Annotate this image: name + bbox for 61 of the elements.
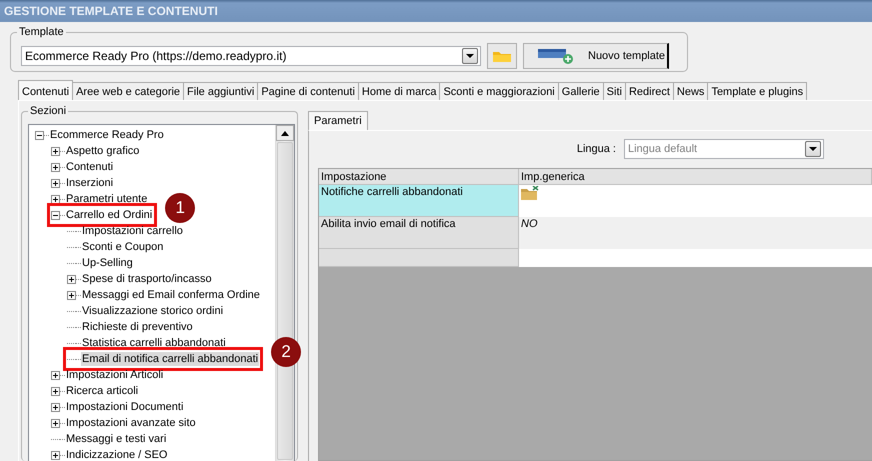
tree-item[interactable]: Richieste di preventivo bbox=[81, 320, 194, 334]
tree-item[interactable]: Visualizzazione storico ordini bbox=[81, 304, 224, 318]
column-header: Impostazione bbox=[319, 169, 519, 185]
tree-item[interactable]: Messaggi e testi vari bbox=[65, 432, 168, 446]
column-header: Imp.generica bbox=[519, 169, 872, 185]
tab[interactable]: File aggiuntivi bbox=[183, 82, 258, 100]
tree-item[interactable]: Spese di trasporto/incasso bbox=[81, 272, 213, 286]
folder-icon bbox=[492, 49, 512, 63]
tab[interactable]: Pagine di contenuti bbox=[257, 82, 359, 100]
tree-item[interactable]: Parametri utente bbox=[65, 192, 148, 206]
tab[interactable]: Contenuti bbox=[18, 80, 74, 100]
language-dropdown[interactable]: Lingua default bbox=[624, 139, 824, 159]
tab[interactable]: Sconti e maggiorazioni bbox=[439, 82, 559, 100]
tree-item[interactable]: Up-Selling bbox=[81, 256, 134, 270]
expand-icon[interactable] bbox=[51, 194, 60, 204]
template-dropdown[interactable]: Ecommerce Ready Pro (https://demo.readypro.it) bbox=[21, 46, 481, 66]
table-cell[interactable]: Notifiche carrelli abbandonati bbox=[319, 185, 519, 217]
tree-item[interactable]: Aspetto grafico bbox=[65, 144, 140, 158]
field-label: Lingua : bbox=[576, 143, 616, 155]
tree-item[interactable]: Sconti e Coupon bbox=[81, 240, 164, 254]
tree-item[interactable]: Inserzioni bbox=[65, 176, 114, 190]
tree-item[interactable]: Impostazioni Documenti bbox=[65, 400, 184, 414]
expand-icon[interactable] bbox=[51, 418, 60, 428]
group-legend: Template bbox=[17, 25, 66, 39]
scroll-up-button[interactable] bbox=[276, 125, 294, 141]
expand-icon[interactable] bbox=[51, 386, 60, 396]
expand-icon[interactable] bbox=[51, 370, 60, 380]
expand-icon[interactable] bbox=[51, 178, 60, 188]
tree-item[interactable]: Messaggi ed Email conferma Ordine bbox=[81, 288, 261, 302]
tree-item[interactable]: Contenuti bbox=[65, 160, 114, 174]
tree-item[interactable]: Indicizzazione / SEO bbox=[65, 448, 168, 461]
expand-icon[interactable] bbox=[67, 274, 76, 284]
step-badge: 1 bbox=[165, 193, 196, 223]
table-cell[interactable]: Abilita invio email di notifica bbox=[319, 217, 519, 249]
tree-item[interactable]: Statistica carrelli abbandonati bbox=[81, 336, 227, 350]
collapse-icon[interactable] bbox=[35, 130, 44, 140]
expand-icon[interactable] bbox=[51, 402, 60, 412]
new-template-button[interactable]: Nuovo template bbox=[523, 43, 669, 69]
table-cell[interactable] bbox=[519, 185, 872, 217]
scroll-thumb[interactable] bbox=[277, 142, 293, 460]
add-window-icon bbox=[538, 47, 574, 65]
tree-item[interactable]: Impostazioni avanzate sito bbox=[65, 416, 197, 430]
tree-item[interactable]: Impostazioni Articoli bbox=[65, 368, 164, 382]
up-arrow-icon bbox=[281, 130, 289, 136]
scrollbar[interactable] bbox=[275, 125, 294, 461]
tab[interactable]: Parametri bbox=[308, 111, 368, 130]
expand-icon[interactable] bbox=[51, 450, 60, 460]
tree-item[interactable]: Impostazioni carrello bbox=[81, 224, 184, 238]
expand-icon[interactable] bbox=[51, 162, 60, 172]
tab[interactable]: Aree web e categorie bbox=[72, 82, 184, 100]
tab[interactable]: Template e plugins bbox=[707, 82, 808, 100]
expand-icon[interactable] bbox=[67, 290, 76, 300]
tree-item[interactable]: Ricerca articoli bbox=[65, 384, 140, 398]
step-badge: 2 bbox=[271, 337, 302, 367]
expand-icon[interactable] bbox=[51, 146, 60, 156]
tree-item[interactable]: Ecommerce Ready Pro bbox=[49, 128, 165, 142]
tree-item[interactable]: Carrello ed Ordini bbox=[65, 208, 154, 222]
tree-item[interactable]: Email di notifica carrelli abbandonati bbox=[81, 352, 260, 366]
collapse-icon[interactable] bbox=[51, 210, 60, 220]
window-title: GESTIONE TEMPLATE E CONTENUTI bbox=[0, 0, 872, 22]
folder-icon bbox=[521, 186, 539, 200]
